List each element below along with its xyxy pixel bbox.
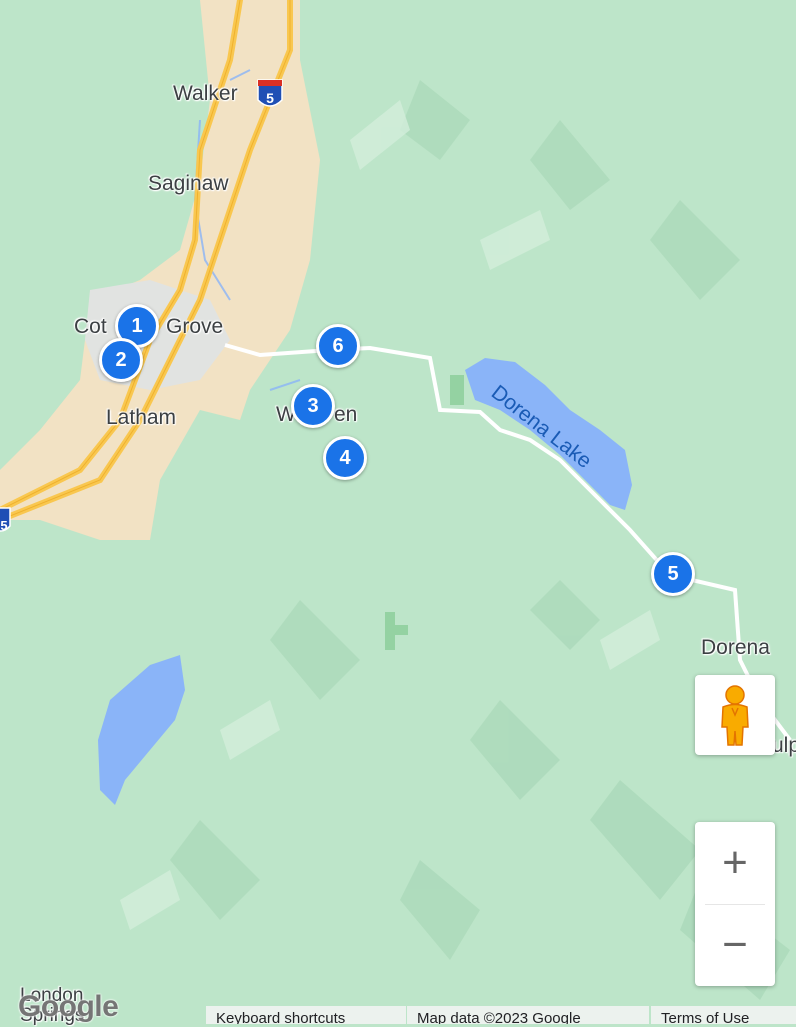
place-cottage-grove-right: Grove xyxy=(166,315,224,338)
place-walden-right: en xyxy=(334,403,358,426)
place-cottage-grove-left: Cot xyxy=(74,315,107,338)
street-view-button[interactable] xyxy=(695,675,775,755)
place-dorena: Dorena xyxy=(701,636,770,659)
i5-shield: 5 xyxy=(257,79,283,107)
map-marker-5[interactable]: 5 xyxy=(651,552,695,596)
map-marker-3[interactable]: 3 xyxy=(291,384,335,428)
svg-text:5: 5 xyxy=(266,90,274,106)
map-marker-2[interactable]: 2 xyxy=(99,338,143,382)
place-walker: Walker xyxy=(173,82,238,105)
plus-icon: + xyxy=(722,838,748,887)
keyboard-shortcuts-link[interactable]: Keyboard shortcuts xyxy=(206,1006,406,1024)
place-culp-partial: ulp xyxy=(772,734,796,757)
zoom-out-button[interactable]: − xyxy=(695,904,775,986)
pegman-icon xyxy=(721,685,749,746)
map-marker-6[interactable]: 6 xyxy=(316,324,360,368)
map-data-attribution: Map data ©2023 Google xyxy=(407,1006,649,1024)
svg-text:5: 5 xyxy=(0,518,7,533)
map-canvas[interactable]: 5 5 Dorena Lake xyxy=(0,0,796,1024)
terms-of-use-link[interactable]: Terms of Use xyxy=(651,1006,796,1024)
zoom-in-button[interactable]: + xyxy=(695,822,775,904)
google-logo: Google xyxy=(18,990,119,1023)
place-latham: Latham xyxy=(106,406,177,429)
place-saginaw: Saginaw xyxy=(148,172,229,195)
zoom-control: + − xyxy=(695,822,775,986)
minus-icon: − xyxy=(722,920,748,969)
map-marker-4[interactable]: 4 xyxy=(323,436,367,480)
